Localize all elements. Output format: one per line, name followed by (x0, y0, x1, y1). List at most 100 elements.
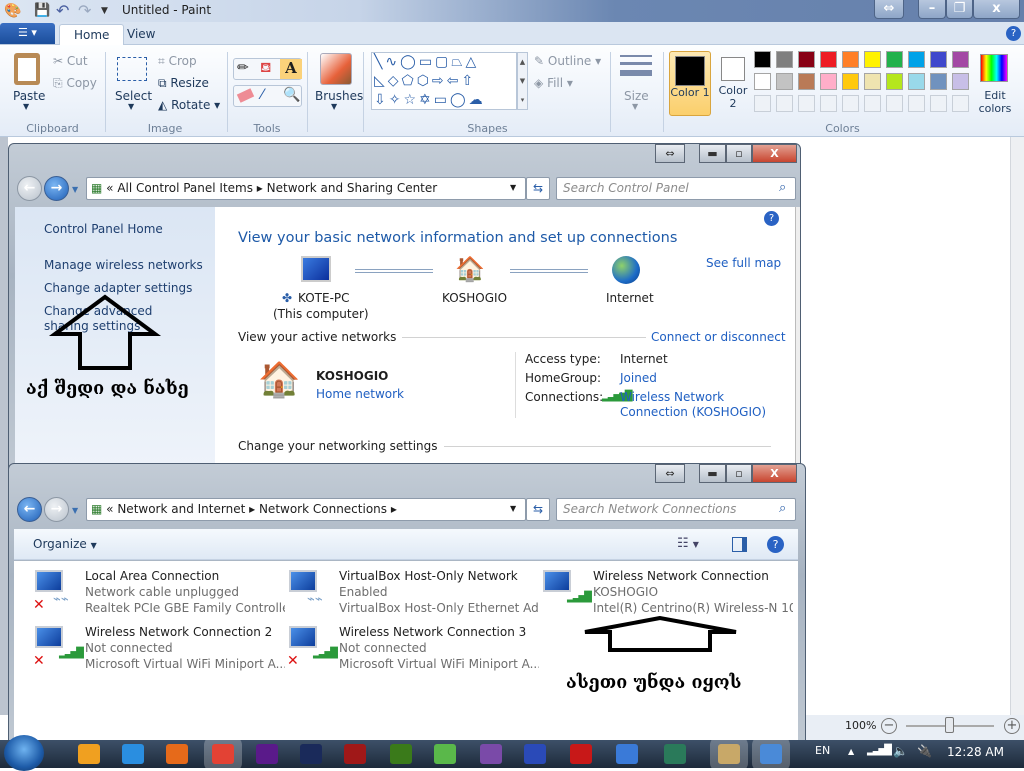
homegroup-joined-link[interactable]: Joined (620, 371, 657, 385)
color-swatch[interactable] (886, 73, 903, 90)
text-tool-icon[interactable]: A (280, 59, 302, 79)
zoom-out-button[interactable]: − (881, 718, 897, 734)
firefox-icon[interactable] (166, 744, 188, 764)
minimize-button[interactable]: – (918, 0, 946, 19)
fill-button[interactable]: ◈ Fill ▾ (534, 76, 573, 90)
select-icon[interactable] (117, 57, 147, 81)
volume-icon[interactable]: 🔈 (893, 744, 908, 758)
select-dropdown-icon[interactable]: ▼ (128, 102, 134, 111)
customize-quick-access-icon[interactable]: ▼ (101, 6, 108, 22)
custom-color-slot[interactable] (886, 95, 903, 112)
snap-icon[interactable]: ⇔ (655, 464, 685, 483)
copy-button[interactable]: ⎘ Copy (53, 76, 97, 91)
address-dropdown-icon[interactable]: ▼ (510, 504, 516, 513)
size-button[interactable]: Size (624, 89, 649, 103)
custom-color-slot[interactable] (798, 95, 815, 112)
color-swatch[interactable] (864, 51, 881, 68)
start-button[interactable] (4, 735, 44, 771)
keyboard-icon[interactable] (616, 744, 638, 764)
recent-pages-icon[interactable]: ▼ (72, 506, 78, 515)
app-icon[interactable] (256, 744, 278, 764)
close-button[interactable]: x (973, 0, 1020, 19)
app-icon[interactable] (480, 744, 502, 764)
manage-wireless-link[interactable]: Manage wireless networks (44, 258, 203, 272)
forward-button[interactable]: → (44, 176, 69, 201)
color-swatch[interactable] (820, 73, 837, 90)
color-swatch[interactable] (930, 73, 947, 90)
snap-icon[interactable]: ⇔ (655, 144, 685, 163)
media-player-icon[interactable] (78, 744, 100, 764)
paste-icon[interactable] (14, 53, 40, 85)
internet-explorer-icon[interactable] (122, 744, 144, 764)
help-icon[interactable]: ? (1006, 26, 1021, 41)
color-swatch[interactable] (776, 73, 793, 90)
resize-button[interactable]: ⧉ Resize (158, 76, 209, 91)
redo-icon[interactable]: ↷ (78, 1, 91, 20)
photoshop-icon[interactable] (300, 744, 322, 764)
outline-button[interactable]: ✎ Outline ▾ (534, 54, 601, 68)
back-button[interactable]: ← (17, 176, 42, 201)
wireless-connection-link[interactable]: Wireless Network (620, 390, 724, 404)
color-swatch[interactable] (864, 73, 881, 90)
color-swatch[interactable] (952, 51, 969, 68)
connect-disconnect-link[interactable]: Connect or disconnect (646, 330, 786, 344)
clock[interactable]: 12:28 AM (947, 745, 1004, 759)
paste-button[interactable]: Paste (13, 89, 45, 103)
color-swatch[interactable] (754, 51, 771, 68)
paint-menu-button[interactable]: ☰ ▾ (0, 23, 55, 44)
tab-view[interactable]: View (113, 24, 169, 46)
change-advanced-sharing-link[interactable]: Change advanced sharing settings (44, 304, 194, 334)
help-icon[interactable]: ? (767, 536, 784, 553)
see-full-map-link[interactable]: See full map (706, 256, 781, 270)
color-swatch[interactable] (842, 73, 859, 90)
filezilla-icon[interactable] (570, 744, 592, 764)
chrome-icon[interactable] (212, 744, 234, 764)
brushes-dropdown-icon[interactable]: ▼ (331, 102, 337, 111)
zoom-slider-thumb[interactable] (945, 717, 954, 733)
recent-pages-icon[interactable]: ▼ (72, 185, 78, 194)
connection-item[interactable]: ▂▃▅█ Wireless Network Connection KOSHOGI… (541, 568, 793, 618)
color-swatch[interactable] (842, 51, 859, 68)
connection-item[interactable]: ⌁⌁ VirtualBox Host-Only Network Enabled … (287, 568, 539, 618)
connection-item[interactable]: ⌁⌁ ✕ Local Area Connection Network cable… (33, 568, 285, 618)
breadcrumb-item[interactable]: Network and Sharing Center (267, 181, 438, 195)
change-view-icon[interactable]: ☷ ▼ (677, 536, 699, 551)
color-swatch[interactable] (754, 73, 771, 90)
color-swatch[interactable] (776, 51, 793, 68)
shapes-gallery[interactable]: ╲∿◯▭▢⏢△ ◺◇⬠⬡⇨⇦⇧ ⇩✧☆✡▭◯☁ (371, 52, 517, 110)
paint-taskbar-icon[interactable] (718, 744, 740, 764)
connection-item[interactable]: ▂▃▅█ ✕ Wireless Network Connection 2 Not… (33, 624, 285, 674)
search-input[interactable]: Search Network Connections (556, 498, 796, 521)
address-bar[interactable]: ▦ « Network and Internet ▸ Network Conne… (86, 498, 526, 521)
color2-button[interactable]: Color 2 (715, 51, 751, 116)
cut-button[interactable]: ✂ Cut (53, 54, 88, 68)
preview-pane-icon[interactable] (732, 537, 747, 552)
wireless-connection-link-2[interactable]: Connection (KOSHOGIO) (620, 405, 766, 419)
paint-app-icon[interactable]: 🎨 (4, 3, 21, 19)
camtasia-icon[interactable] (390, 744, 412, 764)
close-button[interactable]: X (752, 464, 797, 483)
magnifier-icon[interactable]: 🔍 (283, 87, 300, 103)
refresh-button[interactable]: ⇆ (526, 177, 550, 200)
language-indicator[interactable]: EN (815, 744, 830, 757)
maximize-button[interactable]: ▫ (726, 144, 752, 163)
color-swatch[interactable] (820, 51, 837, 68)
edit-colors-icon[interactable] (980, 54, 1008, 82)
color-swatch[interactable] (908, 51, 925, 68)
minimize-button[interactable]: ▬ (699, 464, 726, 483)
color-swatch[interactable] (952, 73, 969, 90)
restore-button[interactable]: ❐ (946, 0, 973, 19)
zoom-in-button[interactable]: + (1004, 718, 1020, 734)
color-swatch[interactable] (908, 73, 925, 90)
help-icon[interactable]: ? (764, 211, 779, 226)
custom-color-slot[interactable] (754, 95, 771, 112)
select-button[interactable]: Select (115, 89, 152, 103)
shapes-scroll[interactable]: ▲ ▼ ▾ (517, 52, 528, 110)
custom-color-slot[interactable] (820, 95, 837, 112)
network-type-link[interactable]: Home network (316, 387, 404, 401)
app-icon[interactable] (434, 744, 456, 764)
refresh-button[interactable]: ⇆ (526, 498, 550, 521)
size-dropdown-icon[interactable]: ▼ (632, 102, 638, 111)
pencil-icon[interactable]: ✏ (237, 60, 249, 76)
save-app-icon[interactable] (524, 744, 546, 764)
